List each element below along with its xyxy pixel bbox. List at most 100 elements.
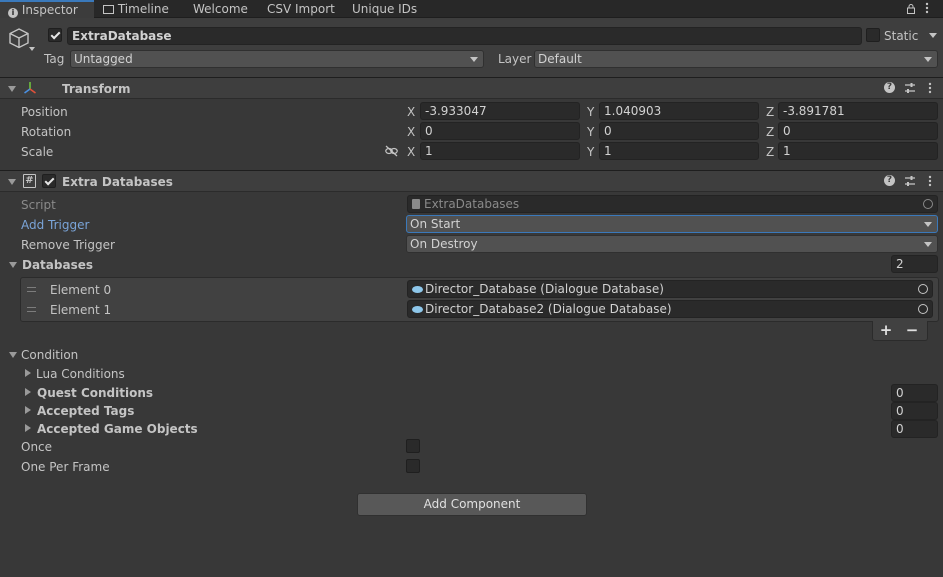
foldout-arrow-icon[interactable] bbox=[25, 406, 31, 414]
chevron-down-icon bbox=[470, 57, 478, 62]
drag-handle-icon[interactable] bbox=[27, 287, 36, 292]
axis-x-label[interactable]: X bbox=[407, 104, 415, 120]
tab-welcome[interactable]: Welcome bbox=[193, 0, 248, 18]
axis-z-label[interactable]: Z bbox=[766, 124, 774, 140]
static-checkbox[interactable] bbox=[866, 28, 880, 42]
rotation-y-input[interactable]: 0 bbox=[599, 122, 759, 140]
axis-z-label[interactable]: Z bbox=[766, 144, 774, 160]
accepted-tags-size-input[interactable]: 0 bbox=[891, 402, 938, 420]
one-per-frame-label: One Per Frame bbox=[21, 460, 110, 474]
chevron-down-icon[interactable] bbox=[29, 47, 35, 51]
one-per-frame-checkbox[interactable] bbox=[406, 459, 420, 473]
tab-timeline[interactable]: Timeline bbox=[103, 0, 169, 18]
foldout-arrow-icon[interactable] bbox=[25, 424, 31, 432]
element-1-label: Element 1 bbox=[50, 303, 112, 317]
once-checkbox[interactable] bbox=[406, 439, 420, 453]
remove-trigger-dropdown[interactable]: On Destroy bbox=[406, 235, 938, 253]
script-hash-icon: # bbox=[23, 174, 36, 188]
scale-label: Scale bbox=[21, 145, 54, 159]
foldout-arrow-icon[interactable] bbox=[9, 352, 17, 358]
presets-icon[interactable] bbox=[904, 82, 916, 97]
tab-inspector[interactable]: i Inspector bbox=[0, 0, 94, 18]
kebab-menu-icon[interactable] bbox=[928, 82, 932, 97]
kebab-menu-icon[interactable] bbox=[925, 2, 929, 14]
script-file-icon bbox=[412, 199, 420, 209]
tab-csv-import[interactable]: CSV Import bbox=[267, 0, 335, 18]
help-icon[interactable]: ? bbox=[884, 175, 895, 186]
script-label: Script bbox=[21, 198, 56, 212]
accepted-game-objects-label: Accepted Game Objects bbox=[37, 422, 198, 436]
info-icon: i bbox=[8, 8, 18, 18]
foldout-arrow-icon[interactable] bbox=[25, 388, 31, 396]
add-element-button[interactable]: + bbox=[876, 322, 896, 340]
object-picker-icon[interactable] bbox=[918, 304, 928, 314]
databases-size-input[interactable]: 2 bbox=[891, 255, 938, 273]
databases-label: Databases bbox=[22, 258, 94, 272]
foldout-arrow-icon[interactable] bbox=[8, 179, 16, 185]
chevron-down-icon[interactable] bbox=[929, 33, 937, 38]
axis-y-label[interactable]: Y bbox=[587, 124, 594, 140]
quest-conditions-label: Quest Conditions bbox=[37, 386, 154, 400]
add-trigger-label: Add Trigger bbox=[21, 218, 90, 232]
condition-label: Condition bbox=[21, 348, 79, 362]
help-icon[interactable]: ? bbox=[884, 82, 895, 93]
film-icon bbox=[103, 5, 114, 14]
position-label: Position bbox=[21, 105, 68, 119]
tab-unique-ids[interactable]: Unique IDs bbox=[352, 0, 417, 18]
scale-y-input[interactable]: 1 bbox=[599, 142, 759, 160]
axis-x-label[interactable]: X bbox=[407, 144, 415, 160]
element-0-field[interactable]: Director_Database (Dialogue Database) bbox=[407, 280, 933, 298]
accepted-tags-label: Accepted Tags bbox=[37, 404, 135, 418]
rotation-label: Rotation bbox=[21, 125, 72, 139]
foldout-arrow-icon[interactable] bbox=[25, 369, 31, 377]
database-icon bbox=[412, 306, 423, 313]
position-y-input[interactable]: 1.040903 bbox=[599, 102, 759, 120]
tag-label: Tag bbox=[44, 52, 65, 66]
extra-databases-header[interactable]: # Extra Databases ? bbox=[0, 170, 943, 192]
foldout-arrow-icon[interactable] bbox=[8, 86, 16, 92]
remove-element-button[interactable]: − bbox=[902, 322, 922, 340]
axis-y-label[interactable]: Y bbox=[587, 144, 594, 160]
presets-icon[interactable] bbox=[904, 175, 916, 190]
object-picker-icon[interactable] bbox=[918, 284, 928, 294]
script-field: ExtraDatabases bbox=[407, 195, 938, 213]
layer-dropdown[interactable]: Default bbox=[534, 50, 938, 68]
axis-y-label[interactable]: Y bbox=[587, 104, 594, 120]
add-trigger-dropdown[interactable]: On Start bbox=[406, 215, 938, 233]
remove-trigger-label: Remove Trigger bbox=[21, 238, 115, 252]
add-component-button[interactable]: Add Component bbox=[357, 493, 587, 516]
kebab-menu-icon[interactable] bbox=[928, 175, 932, 190]
foldout-arrow-icon[interactable] bbox=[9, 262, 17, 268]
extra-databases-title: Extra Databases bbox=[62, 175, 173, 189]
rotation-x-input[interactable]: 0 bbox=[420, 122, 580, 140]
database-icon bbox=[412, 286, 423, 293]
position-x-input[interactable]: -3.933047 bbox=[420, 102, 580, 120]
position-z-input[interactable]: -3.891781 bbox=[778, 102, 938, 120]
object-name-input[interactable]: ExtraDatabase bbox=[67, 27, 862, 45]
layer-label: Layer bbox=[498, 52, 532, 66]
chevron-down-icon bbox=[924, 57, 932, 62]
axis-x-label[interactable]: X bbox=[407, 124, 415, 140]
element-0-label: Element 0 bbox=[50, 283, 112, 297]
accepted-game-objects-size-input[interactable]: 0 bbox=[891, 420, 938, 438]
transform-header[interactable]: Transform ? bbox=[0, 77, 943, 99]
link-off-icon[interactable] bbox=[385, 145, 398, 160]
chevron-down-icon bbox=[924, 222, 932, 227]
object-header: ExtraDatabase Static Tag Untagged Layer … bbox=[0, 18, 943, 77]
drag-handle-icon[interactable] bbox=[27, 307, 36, 312]
once-label: Once bbox=[21, 440, 53, 454]
element-1-field[interactable]: Director_Database2 (Dialogue Database) bbox=[407, 300, 933, 318]
transform-title: Transform bbox=[62, 82, 131, 96]
lock-icon[interactable] bbox=[907, 3, 915, 14]
active-checkbox[interactable] bbox=[48, 28, 62, 42]
cube-icon bbox=[8, 27, 30, 52]
object-picker-icon bbox=[923, 199, 933, 209]
rotation-z-input[interactable]: 0 bbox=[778, 122, 938, 140]
scale-z-input[interactable]: 1 bbox=[778, 142, 938, 160]
quest-conditions-size-input[interactable]: 0 bbox=[891, 384, 938, 402]
axis-z-label[interactable]: Z bbox=[766, 104, 774, 120]
component-enabled-checkbox[interactable] bbox=[42, 174, 56, 188]
tab-bar: i Inspector Timeline Welcome CSV Import … bbox=[0, 0, 943, 18]
tag-dropdown[interactable]: Untagged bbox=[70, 50, 484, 68]
scale-x-input[interactable]: 1 bbox=[420, 142, 580, 160]
